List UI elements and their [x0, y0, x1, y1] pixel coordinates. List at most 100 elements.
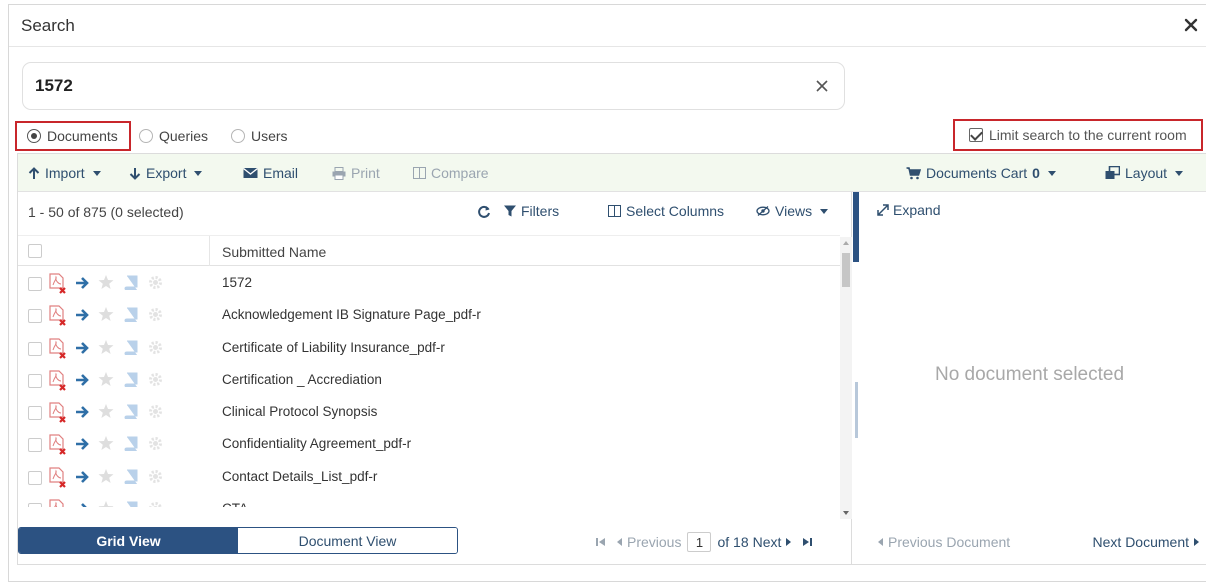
arrow-right-icon[interactable] — [74, 404, 90, 420]
star-icon[interactable] — [98, 435, 114, 451]
row-checkbox[interactable] — [28, 277, 42, 291]
pane-splitter-grip[interactable] — [855, 382, 858, 438]
notes-icon[interactable] — [124, 501, 138, 507]
table-row[interactable]: Certificate of Liability Insurance_pdf-r — [18, 332, 840, 364]
notes-icon[interactable] — [124, 275, 138, 290]
pdf-error-icon[interactable] — [48, 434, 68, 456]
table-row[interactable]: Confidentiality Agreement_pdf-r — [18, 428, 840, 460]
notes-icon[interactable] — [124, 340, 138, 355]
gear-icon[interactable] — [148, 340, 163, 355]
star-icon[interactable] — [98, 468, 114, 484]
arrow-right-icon[interactable] — [74, 436, 90, 452]
arrow-right-icon[interactable] — [74, 501, 90, 507]
page-number-input[interactable] — [687, 532, 712, 552]
star-icon[interactable] — [98, 306, 114, 322]
grid-scrollbar[interactable] — [840, 237, 852, 519]
row-submitted-name[interactable]: 1572 — [222, 275, 252, 290]
first-page-icon[interactable] — [596, 537, 606, 547]
print-button[interactable]: Print — [332, 165, 380, 181]
refresh-icon[interactable] — [477, 205, 491, 219]
notes-icon[interactable] — [124, 307, 138, 323]
radio-users[interactable]: Users — [231, 121, 288, 151]
search-input[interactable]: 1572 — [22, 62, 845, 110]
table-row[interactable]: 1572 — [18, 267, 840, 299]
gear-icon[interactable] — [148, 404, 163, 419]
grid-view-button[interactable]: Grid View — [19, 528, 238, 553]
email-button[interactable]: Email — [243, 165, 298, 181]
row-submitted-name[interactable]: Certificate of Liability Insurance_pdf-r — [222, 340, 445, 355]
gear-icon[interactable] — [148, 501, 163, 507]
arrow-right-icon[interactable] — [74, 275, 90, 291]
pane-splitter[interactable] — [853, 192, 859, 262]
gear-icon[interactable] — [148, 307, 163, 322]
star-icon[interactable] — [98, 274, 114, 290]
gear-icon[interactable] — [148, 469, 163, 484]
notes-icon[interactable] — [124, 436, 138, 452]
notes-icon[interactable] — [124, 469, 138, 484]
column-header-submitted-name[interactable]: Submitted Name — [222, 244, 326, 260]
row-checkbox[interactable] — [28, 341, 42, 356]
pdf-error-icon[interactable] — [48, 273, 68, 295]
last-page-icon[interactable] — [802, 537, 813, 547]
gear-icon[interactable] — [148, 275, 163, 290]
pdf-error-icon[interactable] — [48, 370, 68, 392]
pdf-error-icon[interactable] — [48, 305, 68, 327]
star-icon[interactable] — [98, 500, 114, 507]
scrollbar-thumb[interactable] — [842, 253, 850, 287]
row-submitted-name[interactable]: Contact Details_List_pdf-r — [222, 469, 377, 484]
radio-documents[interactable]: Documents — [15, 121, 131, 151]
export-button[interactable]: Export — [129, 165, 203, 181]
views-button[interactable]: Views — [756, 203, 829, 219]
layout-button[interactable]: Layout — [1105, 165, 1184, 181]
previous-document-button[interactable]: Previous Document — [877, 534, 1010, 550]
clear-search-icon[interactable] — [816, 80, 828, 92]
star-icon[interactable] — [98, 403, 114, 419]
row-submitted-name[interactable]: Clinical Protocol Synopsis — [222, 404, 377, 419]
star-icon[interactable] — [98, 371, 114, 387]
document-view-button[interactable]: Document View — [238, 528, 457, 553]
gear-icon[interactable] — [148, 436, 163, 451]
row-checkbox[interactable] — [28, 373, 42, 388]
row-checkbox[interactable] — [28, 503, 42, 507]
import-button[interactable]: Import — [28, 165, 101, 181]
row-checkbox[interactable] — [28, 438, 42, 453]
next-document-button[interactable]: Next Document — [1093, 534, 1200, 550]
scroll-up-icon[interactable] — [843, 241, 849, 245]
select-all-checkbox[interactable] — [28, 244, 42, 258]
row-checkbox[interactable] — [28, 470, 42, 485]
documents-cart-button[interactable]: Documents Cart 0 — [906, 165, 1056, 181]
filters-button[interactable]: Filters — [504, 203, 559, 219]
pdf-error-icon[interactable] — [48, 337, 68, 360]
expand-button[interactable]: Expand — [877, 202, 940, 218]
arrow-right-icon[interactable] — [74, 469, 90, 485]
row-submitted-name[interactable]: Acknowledgement IB Signature Page_pdf-r — [222, 307, 481, 322]
radio-queries[interactable]: Queries — [139, 121, 208, 151]
select-columns-button[interactable]: Select Columns — [608, 203, 724, 219]
pdf-error-icon[interactable] — [48, 467, 68, 489]
pdf-error-icon[interactable] — [48, 499, 68, 507]
table-row[interactable]: Clinical Protocol Synopsis — [18, 396, 840, 428]
table-row[interactable]: CTA — [18, 493, 840, 507]
gear-icon[interactable] — [148, 372, 163, 387]
table-row[interactable]: Contact Details_List_pdf-r — [18, 461, 840, 493]
close-icon[interactable] — [1183, 17, 1199, 33]
pdf-error-icon[interactable] — [48, 402, 68, 424]
arrow-right-icon[interactable] — [74, 340, 90, 356]
notes-icon[interactable] — [124, 404, 138, 420]
scroll-down-icon[interactable] — [843, 511, 849, 515]
arrow-right-icon[interactable] — [74, 307, 90, 323]
arrow-right-icon[interactable] — [74, 372, 90, 388]
row-submitted-name[interactable]: Certification _ Accrediation — [222, 372, 382, 387]
row-checkbox[interactable] — [28, 309, 42, 324]
table-row[interactable]: Certification _ Accrediation — [18, 364, 840, 396]
limit-to-room-checkbox[interactable]: Limit search to the current room — [953, 119, 1203, 151]
row-submitted-name[interactable]: CTA — [222, 501, 248, 507]
row-checkbox[interactable] — [28, 406, 42, 421]
next-page-button[interactable]: Next — [753, 534, 782, 550]
notes-icon[interactable] — [124, 372, 138, 387]
previous-page-button[interactable]: Previous — [627, 534, 681, 550]
compare-button[interactable]: Compare — [413, 165, 489, 181]
row-submitted-name[interactable]: Confidentiality Agreement_pdf-r — [222, 436, 411, 451]
table-row[interactable]: Acknowledgement IB Signature Page_pdf-r — [18, 299, 840, 331]
star-icon[interactable] — [98, 339, 114, 355]
